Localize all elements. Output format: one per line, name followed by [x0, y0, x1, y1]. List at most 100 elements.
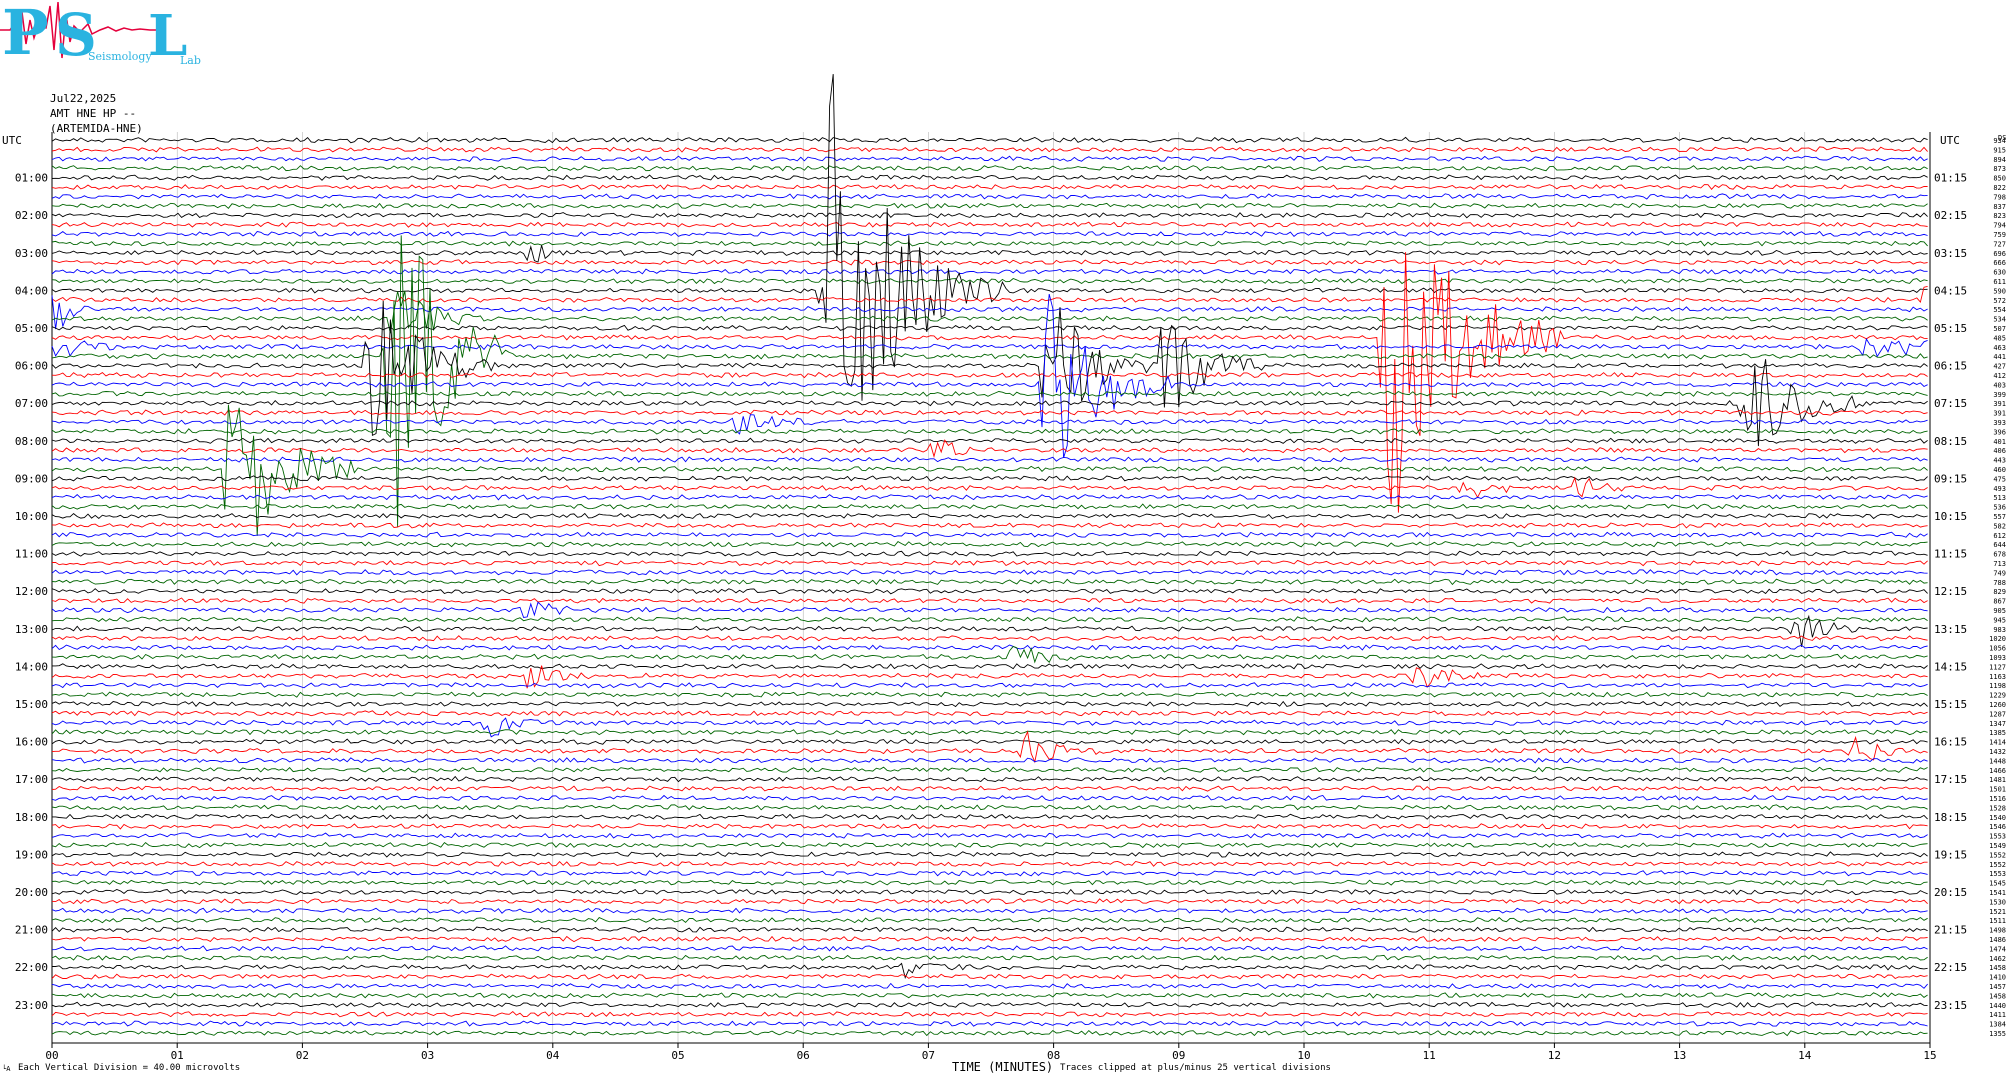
right-trace-value: 759 [1993, 231, 2006, 239]
seismic-trace [51, 717, 1928, 738]
right-trace-value: 1414 [1989, 739, 2006, 747]
seismic-trace [51, 973, 1928, 980]
seismic-trace [51, 569, 1928, 576]
right-trace-value: 1458 [1989, 964, 2006, 972]
seismic-trace [51, 559, 1928, 567]
left-hour-label: 17:00 [15, 773, 48, 786]
right-trace-value: 393 [1993, 419, 2006, 427]
right-trace-value: 475 [1993, 475, 2006, 483]
right-hour-label: 04:15 [1934, 284, 1967, 297]
left-hour-label: 18:00 [15, 811, 48, 824]
seismic-trace [51, 982, 1928, 990]
seismic-trace [51, 475, 1928, 482]
seismic-trace [51, 409, 1928, 416]
seismic-trace [51, 439, 1928, 459]
seismic-trace [51, 738, 1928, 745]
right-trace-value: 822 [1993, 184, 2006, 192]
x-tick-label: 10 [1297, 1049, 1310, 1062]
right-trace-value: 1549 [1989, 842, 2006, 850]
seismic-trace [51, 597, 1928, 604]
seismic-trace [51, 324, 1928, 332]
right-trace-value: 1501 [1989, 786, 2006, 794]
right-hour-label: 06:15 [1934, 360, 1967, 373]
seismic-trace [51, 860, 1928, 867]
seismic-trace [51, 888, 1928, 896]
right-trace-value: 1462 [1989, 955, 2006, 963]
right-trace-value: 727 [1993, 240, 2006, 248]
right-axis-label: UTC [1940, 134, 1960, 147]
seismic-trace [51, 337, 1928, 358]
right-trace-value: 1260 [1989, 701, 2006, 709]
right-trace-value: 934 [1993, 137, 2006, 145]
x-tick-label: 13 [1673, 1049, 1686, 1062]
seismic-trace [51, 235, 1928, 528]
right-hour-label: 17:15 [1934, 773, 1967, 786]
left-hour-label: 10:00 [15, 510, 48, 523]
seismic-trace [51, 954, 1928, 962]
seismic-trace [51, 775, 1928, 783]
seismic-trace [51, 588, 1928, 595]
seismic-trace [51, 428, 1928, 435]
right-trace-value: 1481 [1989, 776, 2006, 784]
seismic-trace [51, 290, 1928, 334]
x-tick-label: 07 [922, 1049, 935, 1062]
right-trace-value: 1448 [1989, 757, 2006, 765]
right-trace-value: 1457 [1989, 983, 2006, 991]
right-trace-value: 1530 [1989, 898, 2006, 906]
left-hour-label: 04:00 [15, 284, 48, 297]
right-trace-value: 1521 [1989, 908, 2006, 916]
seismic-trace [51, 916, 1928, 924]
seismic-trace [51, 691, 1928, 698]
left-hour-label: 22:00 [15, 961, 48, 974]
right-hour-label: 14:15 [1934, 660, 1967, 673]
right-trace-value: 829 [1993, 588, 2006, 596]
seismic-trace [51, 1011, 1928, 1018]
x-tick-label: 00 [45, 1049, 58, 1062]
right-hour-label: 20:15 [1934, 886, 1967, 899]
seismic-trace [51, 146, 1928, 153]
seismic-trace [51, 907, 1928, 915]
x-axis-label: TIME (MINUTES) [952, 1060, 1054, 1074]
left-hour-label: 02:00 [15, 209, 48, 222]
seismic-trace [51, 437, 1928, 444]
seismic-trace [51, 730, 1928, 764]
right-trace-value: 1287 [1989, 710, 2006, 718]
x-tick-label: 15 [1923, 1049, 1936, 1062]
seismic-trace [51, 879, 1928, 886]
seismic-trace [52, 813, 1928, 820]
right-trace-value: 590 [1993, 287, 2006, 295]
seismic-trace [51, 240, 1928, 247]
right-trace-value: 630 [1993, 269, 2006, 277]
x-tick-label: 09 [1172, 1049, 1185, 1062]
right-trace-value: 1355 [1989, 1030, 2006, 1038]
right-hour-label: 01:15 [1934, 172, 1967, 185]
right-trace-value: 1541 [1989, 889, 2006, 897]
seismic-trace [51, 531, 1928, 538]
seismic-trace [51, 710, 1928, 717]
x-tick-label: 04 [546, 1049, 560, 1062]
right-trace-value: 1093 [1989, 654, 2006, 662]
right-trace-value: 894 [1993, 156, 2006, 164]
seismic-trace [51, 1020, 1928, 1027]
seismic-trace [51, 541, 1928, 548]
right-trace-value: 823 [1993, 212, 2006, 220]
right-trace-value: 1546 [1989, 823, 2006, 831]
right-trace-value: 493 [1993, 485, 2006, 493]
left-axis-label: UTC [2, 134, 22, 147]
right-trace-value: 1474 [1989, 945, 2006, 953]
x-tick-label: 02 [296, 1049, 309, 1062]
seismic-trace [51, 794, 1928, 802]
corner-mark: └A [2, 1065, 11, 1073]
right-trace-value: 513 [1993, 494, 2006, 502]
right-trace-value: 1553 [1989, 870, 2006, 878]
x-tick-label: 14 [1798, 1049, 1812, 1062]
clip-note: Traces clipped at plus/minus 25 vertical… [1060, 1063, 1331, 1073]
right-hour-label: 12:15 [1934, 585, 1967, 598]
right-trace-value: 873 [1993, 165, 2006, 173]
right-trace-value: 1411 [1989, 1011, 2006, 1019]
seismic-trace [51, 1029, 1928, 1037]
right-hour-label: 16:15 [1934, 736, 1967, 749]
seismic-trace [51, 277, 1928, 285]
seismic-trace [51, 300, 1928, 436]
right-trace-value: 485 [1993, 334, 2006, 342]
